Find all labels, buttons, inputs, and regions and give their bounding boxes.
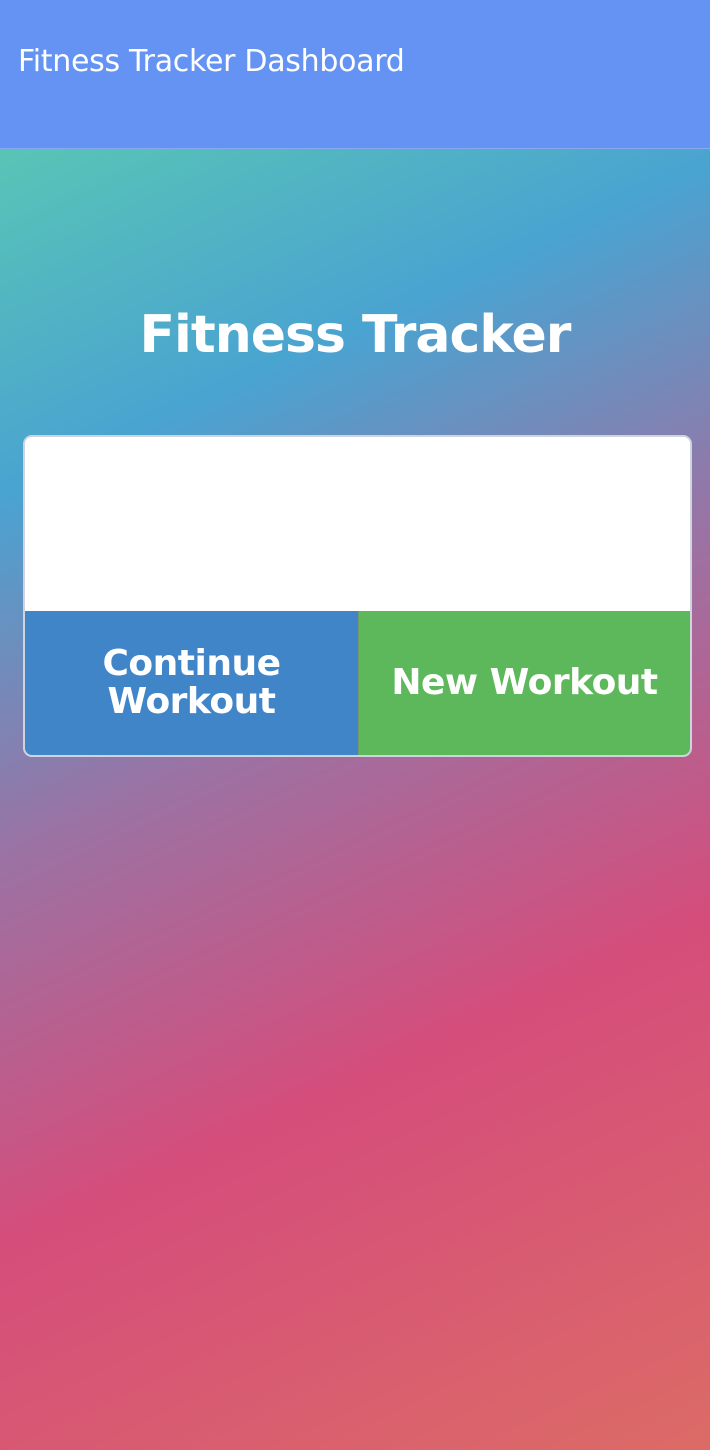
continue-workout-button[interactable]: Continue Workout xyxy=(25,611,358,755)
workout-card: Continue Workout New Workout xyxy=(23,435,692,757)
app-title: Fitness Tracker Dashboard xyxy=(18,44,405,79)
new-workout-button[interactable]: New Workout xyxy=(358,611,690,755)
app-page: Fitness Tracker Dashboard Fitness Tracke… xyxy=(0,0,710,1450)
page-title: Fitness Tracker xyxy=(139,305,572,365)
card-content-area xyxy=(25,437,690,611)
top-bar: Fitness Tracker Dashboard xyxy=(0,0,710,149)
